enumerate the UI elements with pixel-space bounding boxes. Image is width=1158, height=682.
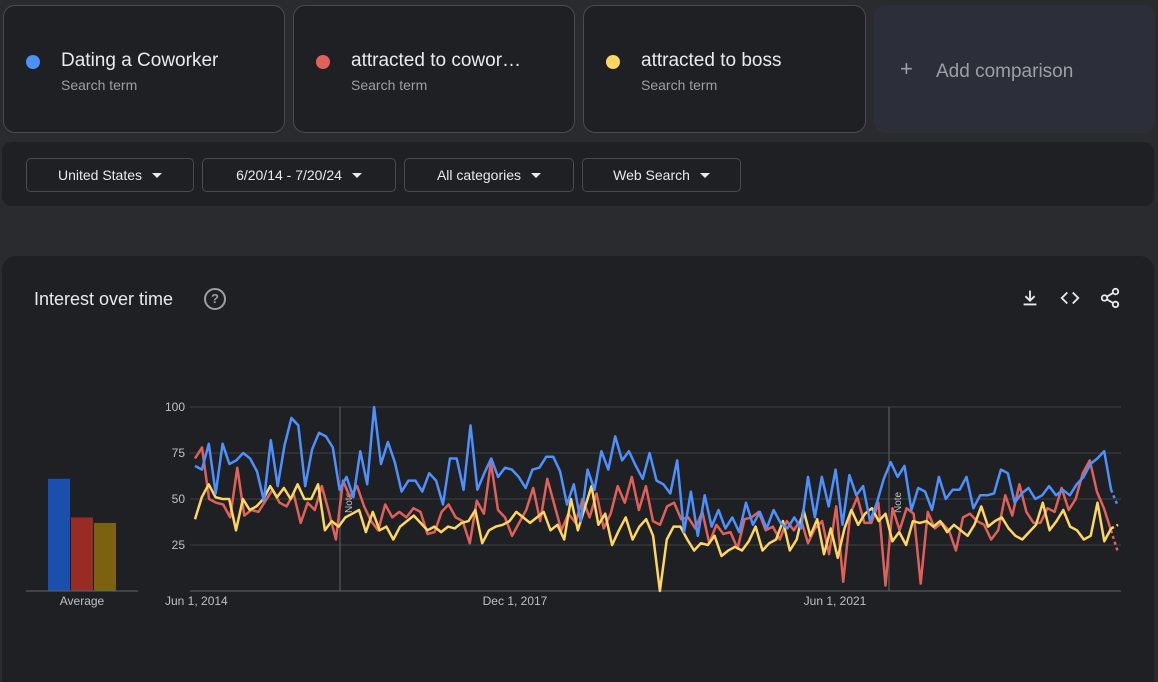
download-icon[interactable] bbox=[1019, 287, 1041, 309]
category-dropdown[interactable]: All categories bbox=[404, 158, 574, 192]
search-term-subtitle: Search term bbox=[641, 77, 718, 93]
help-icon[interactable]: ? bbox=[204, 288, 226, 310]
series-color-dot-icon bbox=[26, 55, 40, 69]
region-value: United States bbox=[57, 167, 143, 183]
search-term-name: attracted to boss bbox=[641, 50, 782, 71]
caret-down-icon bbox=[152, 172, 163, 178]
search-type-dropdown[interactable]: Web Search bbox=[582, 158, 741, 192]
embed-code-icon[interactable] bbox=[1059, 287, 1081, 309]
date-range-dropdown[interactable]: 6/20/14 - 7/20/24 bbox=[202, 158, 396, 192]
region-dropdown[interactable]: United States bbox=[26, 158, 194, 192]
search-term-card-2[interactable]: attracted to cowor… Search term bbox=[293, 5, 575, 133]
filter-bar: United States 6/20/14 - 7/20/24 All cate… bbox=[2, 142, 1154, 206]
date-range-value: 6/20/14 - 7/20/24 bbox=[236, 167, 342, 183]
caret-down-icon bbox=[351, 172, 362, 178]
search-term-name: attracted to cowor… bbox=[351, 50, 522, 71]
add-comparison-button[interactable]: + Add comparison bbox=[874, 5, 1155, 133]
add-comparison-label: Add comparison bbox=[936, 61, 1074, 82]
search-term-subtitle: Search term bbox=[61, 77, 138, 93]
search-term-subtitle: Search term bbox=[351, 77, 428, 93]
caret-down-icon bbox=[699, 172, 710, 178]
plus-icon: + bbox=[900, 56, 913, 81]
search-term-name: Dating a Coworker bbox=[61, 50, 219, 71]
category-value: All categories bbox=[436, 167, 522, 183]
share-icon[interactable] bbox=[1099, 287, 1121, 309]
interest-over-time-panel: Interest over time ? bbox=[2, 256, 1154, 682]
search-type-value: Web Search bbox=[613, 167, 690, 183]
series-color-dot-icon bbox=[316, 55, 330, 69]
caret-down-icon bbox=[531, 172, 542, 178]
search-term-card-1[interactable]: Dating a Coworker Search term bbox=[3, 5, 285, 133]
search-term-card-3[interactable]: attracted to boss Search term bbox=[583, 5, 866, 133]
series-color-dot-icon bbox=[606, 55, 620, 69]
panel-title: Interest over time bbox=[34, 289, 174, 309]
